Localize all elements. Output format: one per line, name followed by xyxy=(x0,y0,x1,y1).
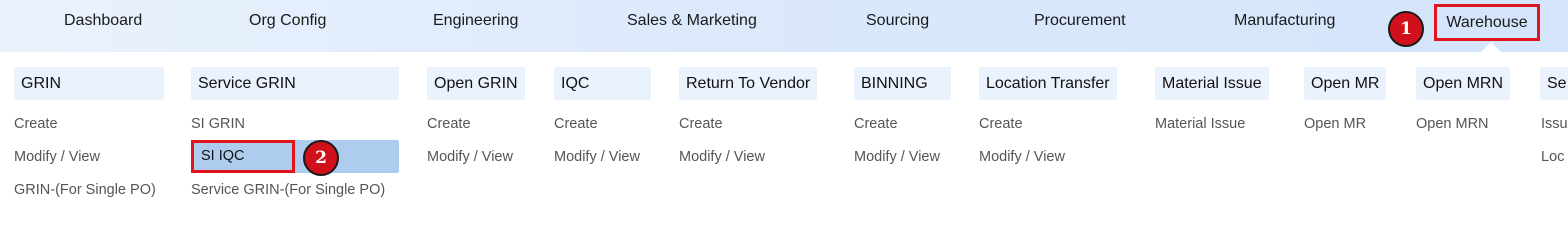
menu-link-grin-single-po[interactable]: GRIN-(For Single PO) xyxy=(14,182,156,198)
nav-item-org-config[interactable]: Org Config xyxy=(249,0,326,42)
menu-column-header[interactable]: Return To Vendor xyxy=(679,67,818,100)
menu-column-header[interactable]: Material Issue xyxy=(1155,67,1269,100)
menu-column-header[interactable]: IQC xyxy=(554,67,651,100)
nav-item-dashboard[interactable]: Dashboard xyxy=(64,0,142,42)
menu-column-header[interactable]: Open GRIN xyxy=(427,67,525,100)
menu-link-location-transfer-create[interactable]: Create xyxy=(979,116,1023,132)
menu-link-grin-create[interactable]: Create xyxy=(14,116,58,132)
menu-column-header[interactable]: GRIN xyxy=(14,67,164,100)
menu-column-material-issue: Material Issue xyxy=(1155,67,1269,100)
menu-column-return-to-vendor: Return To Vendor xyxy=(679,67,818,100)
step-badge-1: 1 xyxy=(1388,11,1424,47)
menu-link-si-grin[interactable]: SI GRIN xyxy=(191,116,245,132)
menu-column-header[interactable]: Location Transfer xyxy=(979,67,1117,100)
menu-column-header[interactable]: Se xyxy=(1540,67,1568,100)
menu-link-open-grin-create[interactable]: Create xyxy=(427,116,471,132)
menu-link-grin-modify-view[interactable]: Modify / View xyxy=(14,149,100,165)
nav-item-warehouse[interactable]: Warehouse xyxy=(1434,4,1540,41)
menu-link-open-grin-modify-view[interactable]: Modify / View xyxy=(427,149,513,165)
step-badge-2: 2 xyxy=(303,140,339,176)
menu-link-iqc-create[interactable]: Create xyxy=(554,116,598,132)
menu-link-iqc-modify-view[interactable]: Modify / View xyxy=(554,149,640,165)
menu-column-header[interactable]: BINNING xyxy=(854,67,951,100)
nav-item-sales-marketing[interactable]: Sales & Marketing xyxy=(627,0,757,42)
menu-column-open-mr: Open MR xyxy=(1304,67,1387,100)
menu-column-truncated: Se xyxy=(1540,67,1568,100)
top-navigation-bar: Dashboard Org Config Engineering Sales &… xyxy=(0,0,1568,53)
menu-link-rtv-create[interactable]: Create xyxy=(679,116,723,132)
menu-column-header[interactable]: Open MR xyxy=(1304,67,1387,100)
menu-link-material-issue[interactable]: Material Issue xyxy=(1155,116,1245,132)
menu-link-binning-modify-view[interactable]: Modify / View xyxy=(854,149,940,165)
nav-item-manufacturing[interactable]: Manufacturing xyxy=(1234,0,1335,42)
nav-item-sourcing[interactable]: Sourcing xyxy=(866,0,929,42)
menu-column-header[interactable]: Service GRIN xyxy=(191,67,399,100)
menu-link-binning-create[interactable]: Create xyxy=(854,116,898,132)
menu-column-header[interactable]: Open MRN xyxy=(1416,67,1511,100)
menu-column-location-transfer: Location Transfer xyxy=(979,67,1117,100)
menu-column-iqc: IQC xyxy=(554,67,651,100)
menu-link-open-mr[interactable]: Open MR xyxy=(1304,116,1366,132)
menu-link-truncated-2[interactable]: Loc xyxy=(1541,149,1564,165)
nav-item-procurement[interactable]: Procurement xyxy=(1034,0,1126,42)
menu-link-open-mrn[interactable]: Open MRN xyxy=(1416,116,1489,132)
menu-link-truncated-1[interactable]: Issu xyxy=(1541,116,1568,132)
menu-column-open-grin: Open GRIN xyxy=(427,67,525,100)
menu-link-rtv-modify-view[interactable]: Modify / View xyxy=(679,149,765,165)
menu-column-open-mrn: Open MRN xyxy=(1416,67,1511,100)
menu-link-location-transfer-modify-view[interactable]: Modify / View xyxy=(979,149,1065,165)
menu-link-service-grin-single-po[interactable]: Service GRIN-(For Single PO) xyxy=(191,182,385,198)
menu-column-grin: GRIN xyxy=(14,67,164,100)
menu-link-si-iqc[interactable]: SI IQC xyxy=(191,140,295,173)
menu-column-service-grin: Service GRIN xyxy=(191,67,399,100)
menu-column-binning: BINNING xyxy=(854,67,951,100)
nav-item-engineering[interactable]: Engineering xyxy=(433,0,518,42)
dropdown-pointer xyxy=(1480,42,1502,53)
